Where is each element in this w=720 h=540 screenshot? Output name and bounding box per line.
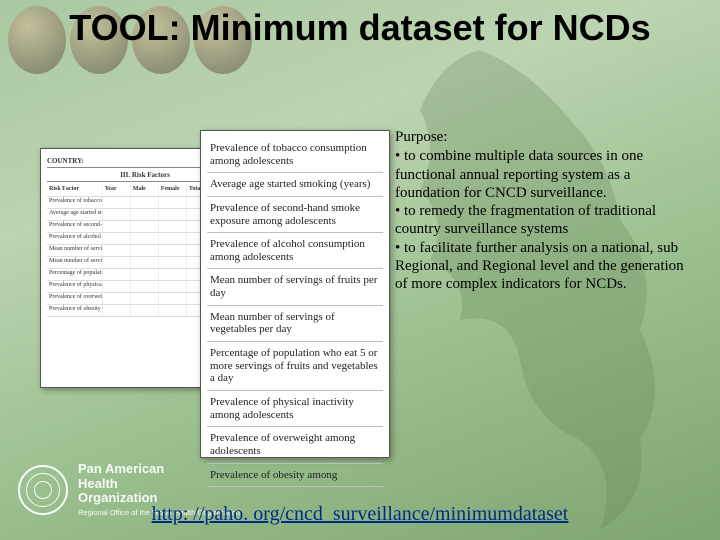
slide-title: TOOL: Minimum dataset for NCDs <box>0 8 720 48</box>
row-label: Mean number of servings of fruits per da… <box>47 245 103 256</box>
purpose-block: Purpose: • to combine multiple data sour… <box>395 128 693 294</box>
list-item: Prevalence of second-hand smoke exposure… <box>207 197 383 233</box>
list-item: Prevalence of alcohol consumption among … <box>207 233 383 269</box>
row-label: Average age started smoking (years) <box>47 209 103 220</box>
bullet-text: to combine multiple data sources in one … <box>395 148 643 201</box>
logo-line: Pan American <box>78 462 240 477</box>
col-header: Year <box>103 185 131 196</box>
row-label: Prevalence of second-hand smoke exposure… <box>47 221 103 232</box>
logo-line: Health <box>78 477 240 492</box>
document-thumbnails: COUNTRY: III. Risk Factors Risk Factor Y… <box>40 130 360 460</box>
list-item: Prevalence of overweight among adolescen… <box>207 427 383 463</box>
indicator-list-document: Prevalence of tobacco consumption among … <box>200 130 390 458</box>
purpose-bullet: • to remedy the fragmentation of traditi… <box>395 202 693 239</box>
col-header: Female <box>159 185 187 196</box>
list-item: Prevalence of physical inactivity among … <box>207 391 383 427</box>
row-label: Percentage of population who eat 5 or mo… <box>47 269 103 280</box>
col-header: Risk Factor <box>47 185 103 196</box>
list-item: Mean number of servings of fruits per da… <box>207 269 383 305</box>
row-label: Prevalence of physical inactivity among … <box>47 281 103 292</box>
bullet-text: to remedy the fragmentation of tradition… <box>395 203 656 237</box>
row-label: Mean number of servings of vegetables pe… <box>47 257 103 268</box>
purpose-bullet: • to combine multiple data sources in on… <box>395 147 693 202</box>
row-label: Prevalence of alcohol consumption among … <box>47 233 103 244</box>
list-item: Average age started smoking (years) <box>207 173 383 197</box>
row-label: Prevalence of tobacco consumption among … <box>47 197 103 208</box>
bullet-text: to facilitate further analysis on a nati… <box>395 240 684 293</box>
list-item: Percentage of population who eat 5 or mo… <box>207 342 383 391</box>
footer-url-link[interactable]: http: //paho. org/cncd_surveillance/mini… <box>0 503 720 526</box>
row-label: Prevalence of obesity among adolescents <box>47 305 103 316</box>
col-header: Male <box>131 185 159 196</box>
list-item: Prevalence of tobacco consumption among … <box>207 137 383 173</box>
row-label: Prevalence of overweight among adolescen… <box>47 293 103 304</box>
purpose-label: Purpose: <box>395 128 693 146</box>
slide: TOOL: Minimum dataset for NCDs COUNTRY: … <box>0 0 720 540</box>
purpose-bullet: • to facilitate further analysis on a na… <box>395 239 693 294</box>
list-item: Mean number of servings of vegetables pe… <box>207 306 383 342</box>
